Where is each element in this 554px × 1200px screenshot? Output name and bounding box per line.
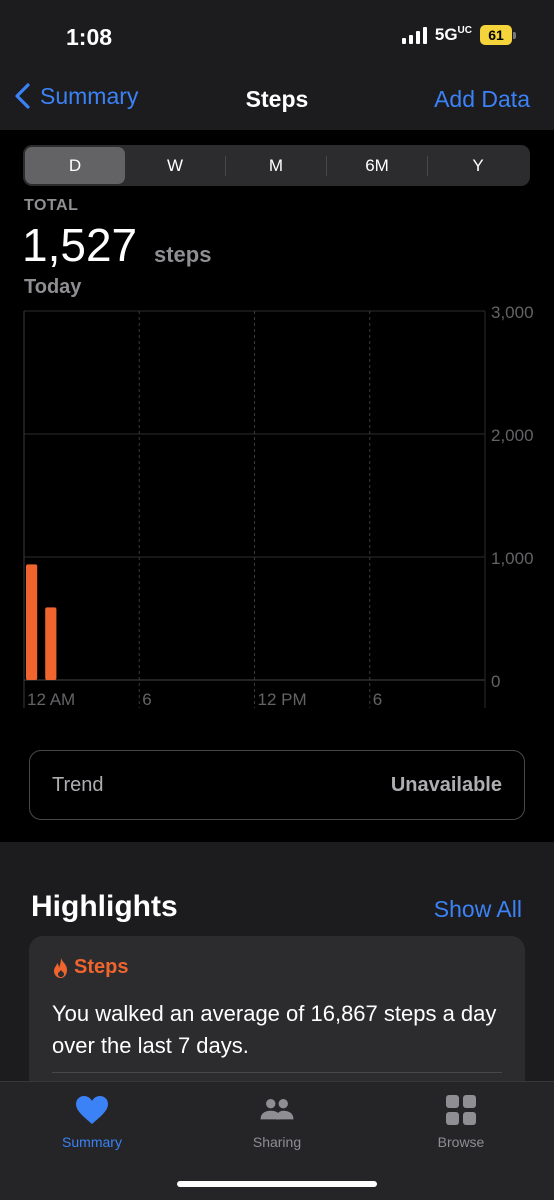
y-tick-label: 1,000 [491, 549, 534, 568]
x-tick-label: 12 AM [27, 690, 75, 709]
highlights-title: Highlights [31, 890, 178, 923]
tab-sharing[interactable]: Sharing [222, 1094, 332, 1150]
tab-label: Browse [437, 1134, 485, 1150]
segment-month[interactable]: M [226, 147, 326, 184]
card-divider [52, 1072, 502, 1073]
highlight-card-header: Steps [52, 956, 128, 979]
back-button-label: Summary [40, 82, 139, 109]
segment-year[interactable]: Y [428, 147, 528, 184]
home-indicator [177, 1181, 377, 1187]
status-indicators: 5GUC 61 [401, 25, 516, 45]
total-steps-unit: steps [154, 242, 212, 267]
steps-bar [26, 564, 38, 680]
signal-icon [401, 26, 427, 44]
trend-label: Trend [52, 773, 104, 796]
grid-icon [446, 1095, 476, 1125]
tab-browse[interactable]: Browse [406, 1094, 516, 1150]
heart-icon [76, 1096, 108, 1124]
y-tick-label: 3,000 [491, 303, 534, 322]
chevron-left-icon [15, 83, 30, 109]
x-tick-label: 12 PM [258, 690, 307, 709]
trend-card[interactable]: Trend Unavailable [29, 750, 525, 820]
y-tick-label: 0 [491, 672, 500, 691]
network-indicator: 5GUC [435, 25, 472, 45]
steps-chart[interactable]: 3,000 2,000 1,000 0 12 AM 6 12 PM 6 [0, 300, 554, 720]
status-bar: 1:08 5GUC 61 [0, 0, 554, 70]
steps-bar [45, 607, 57, 680]
y-tick-label: 2,000 [491, 426, 534, 445]
segment-week[interactable]: W [125, 147, 225, 184]
status-time: 1:08 [66, 24, 113, 50]
add-data-button[interactable]: Add Data [434, 86, 530, 113]
tab-label: Sharing [252, 1134, 302, 1150]
highlight-category: Steps [74, 956, 129, 978]
network-suffix: UC [457, 25, 472, 36]
total-steps-value: 1,527 [22, 219, 138, 271]
tab-label: Summary [62, 1134, 122, 1150]
segment-day[interactable]: D [25, 147, 125, 184]
date-label: Today [24, 276, 82, 298]
people-icon [260, 1099, 294, 1120]
network-label: 5G [434, 25, 458, 44]
trend-value: Unavailable [390, 773, 502, 796]
time-range-segmented-control: D W M 6M Y [23, 145, 530, 186]
show-all-link[interactable]: Show All [434, 896, 522, 923]
x-tick-label: 6 [142, 690, 151, 709]
flame-icon [54, 957, 67, 978]
back-button[interactable]: Summary [12, 82, 138, 110]
segment-six-month[interactable]: 6M [327, 147, 427, 184]
highlight-text: You walked an average of 16,867 steps a … [52, 1001, 497, 1058]
total-label: TOTAL [24, 197, 79, 214]
tab-bar: Summary Sharing Browse [0, 1081, 554, 1200]
battery-icon: 61 [480, 25, 516, 45]
x-tick-label: 6 [373, 690, 382, 709]
nav-bar: Summary Steps Add Data [0, 70, 554, 130]
battery-level: 61 [480, 25, 512, 45]
tab-summary[interactable]: Summary [37, 1094, 147, 1150]
